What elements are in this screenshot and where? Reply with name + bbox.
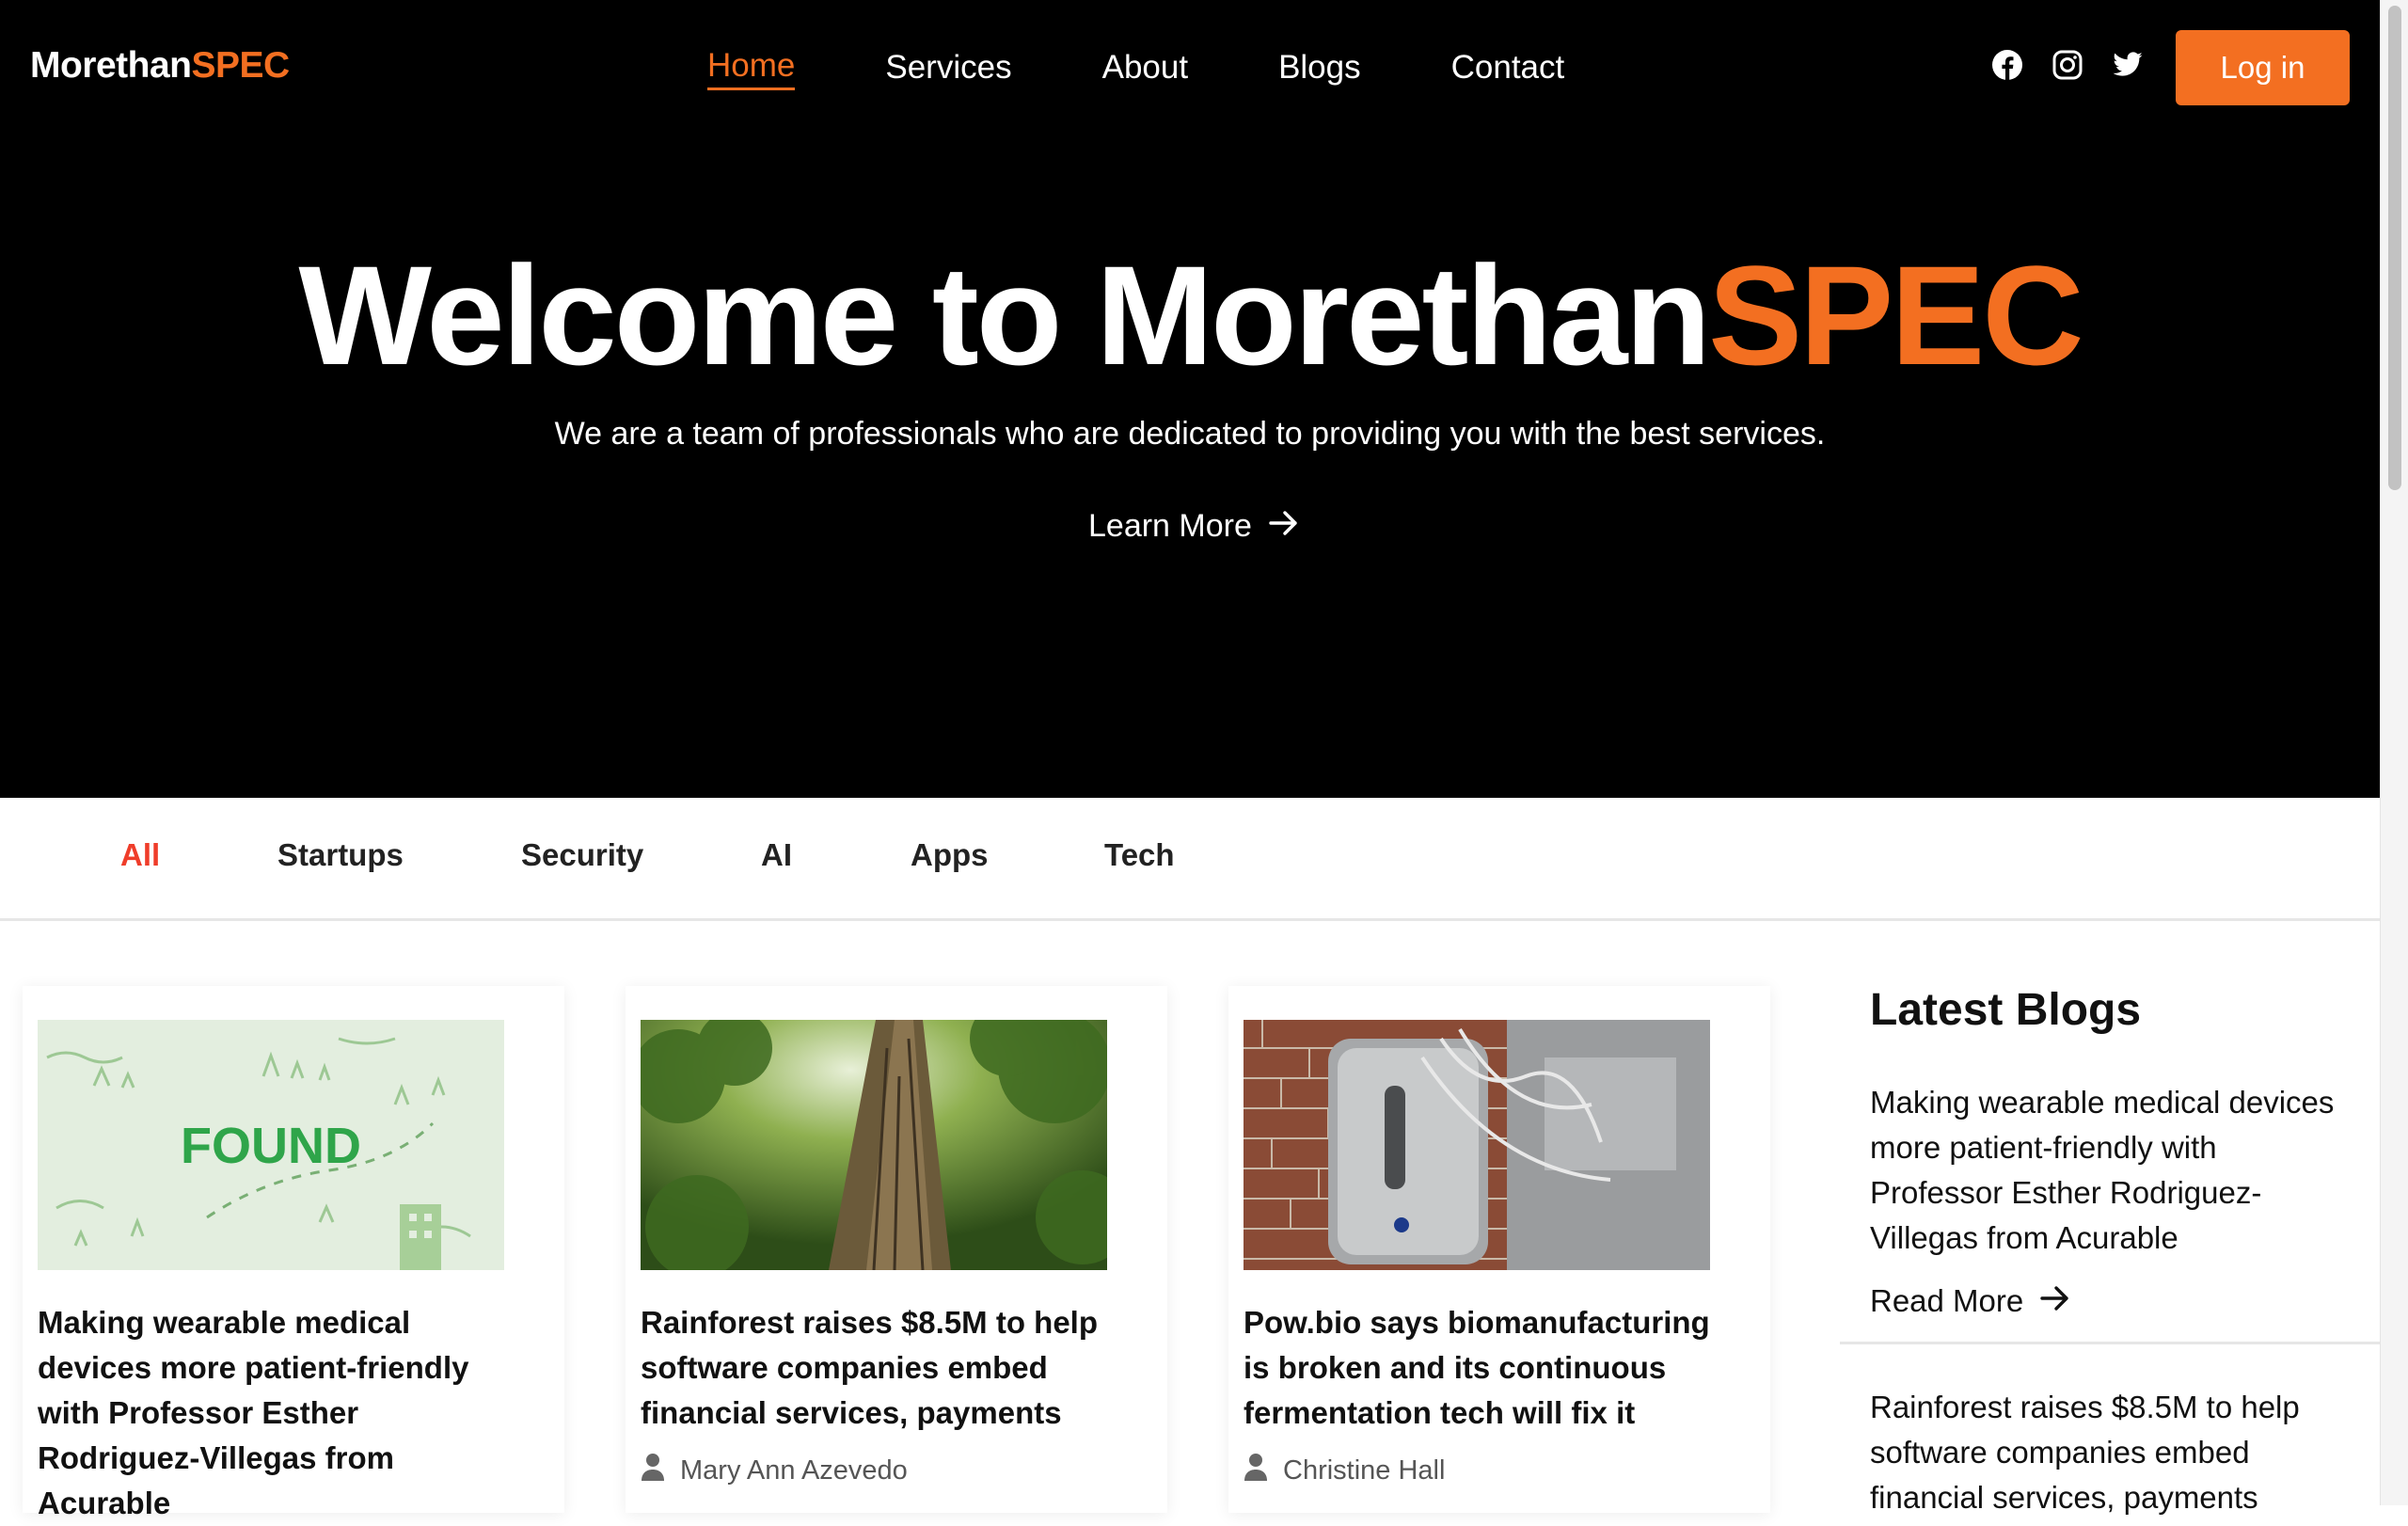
post-card[interactable]: FOUND Making wearable medical devices mo…	[23, 986, 564, 1520]
hero-title-accent: SPEC	[1708, 236, 2083, 394]
logo-accent-text: SPEC	[191, 45, 291, 86]
hero-subtitle: We are a team of professionals who are d…	[554, 416, 1826, 452]
twitter-icon[interactable]	[2112, 49, 2144, 81]
nav-blogs[interactable]: Blogs	[1278, 45, 1361, 90]
post-image-found[interactable]: FOUND	[38, 1020, 504, 1270]
sidebar-divider	[1840, 1342, 2380, 1344]
read-more-link[interactable]: Read More	[1870, 1283, 2070, 1319]
learn-more-link[interactable]: Learn More	[1088, 508, 1299, 545]
nav-services[interactable]: Services	[885, 45, 1011, 90]
tab-all[interactable]: All	[120, 837, 160, 873]
facebook-icon[interactable]	[1991, 49, 2023, 81]
post-title[interactable]: Rainforest raises $8.5M to help software…	[641, 1300, 1111, 1436]
main-nav: Home Services About Blogs Contact	[707, 45, 1655, 90]
latest-blog-item[interactable]: Rainforest raises $8.5M to help software…	[1870, 1385, 2340, 1520]
user-icon	[641, 1453, 665, 1488]
tab-tech[interactable]: Tech	[1104, 837, 1175, 873]
read-more-label: Read More	[1870, 1283, 2024, 1318]
login-button[interactable]: Log in	[2176, 30, 2350, 105]
scrollbar-thumb[interactable]	[2388, 6, 2401, 490]
site-logo[interactable]: MorethanSPEC	[30, 45, 290, 87]
category-tabs: All Startups Security AI Apps Tech	[0, 798, 2380, 921]
latest-blogs-title: Latest Blogs	[1870, 985, 2142, 1035]
hero-section: MorethanSPEC Home Services About Blogs C…	[0, 0, 2380, 798]
tab-security[interactable]: Security	[521, 837, 643, 873]
tab-startups[interactable]: Startups	[277, 837, 404, 873]
hero-title: Welcome to MorethanSPEC	[0, 235, 2380, 395]
author-name[interactable]: Mary Ann Azevedo	[680, 1455, 908, 1486]
post-author: Christine Hall	[1244, 1453, 1445, 1488]
found-logo-text: FOUND	[181, 1118, 361, 1174]
tab-ai[interactable]: AI	[761, 837, 792, 873]
post-author: Mary Ann Azevedo	[641, 1453, 908, 1488]
post-image-bioreactor[interactable]	[1244, 1020, 1710, 1270]
author-name[interactable]: Christine Hall	[1283, 1455, 1445, 1486]
nav-home[interactable]: Home	[707, 45, 796, 90]
user-icon	[1244, 1453, 1268, 1488]
hero-title-main: Welcome to Morethan	[298, 236, 1711, 394]
post-card[interactable]: Rainforest raises $8.5M to help software…	[626, 986, 1167, 1513]
arrow-right-icon	[2040, 1283, 2070, 1319]
arrow-right-icon	[1269, 508, 1299, 545]
tab-apps[interactable]: Apps	[911, 837, 989, 873]
post-image-rainforest[interactable]	[641, 1020, 1107, 1270]
learn-more-label: Learn More	[1088, 508, 1252, 544]
instagram-icon[interactable]	[2052, 49, 2083, 81]
post-title[interactable]: Pow.bio says biomanufacturing is broken …	[1244, 1300, 1714, 1436]
post-title[interactable]: Making wearable medical devices more pat…	[38, 1300, 508, 1526]
post-card[interactable]: Pow.bio says biomanufacturing is broken …	[1228, 986, 1770, 1513]
page-scrollbar[interactable]	[2380, 0, 2408, 1505]
nav-contact[interactable]: Contact	[1451, 45, 1565, 90]
latest-blog-item[interactable]: Making wearable medical devices more pat…	[1870, 1080, 2340, 1261]
nav-about[interactable]: About	[1102, 45, 1188, 90]
logo-text: Morethan	[30, 45, 192, 86]
social-links	[1991, 49, 2144, 81]
